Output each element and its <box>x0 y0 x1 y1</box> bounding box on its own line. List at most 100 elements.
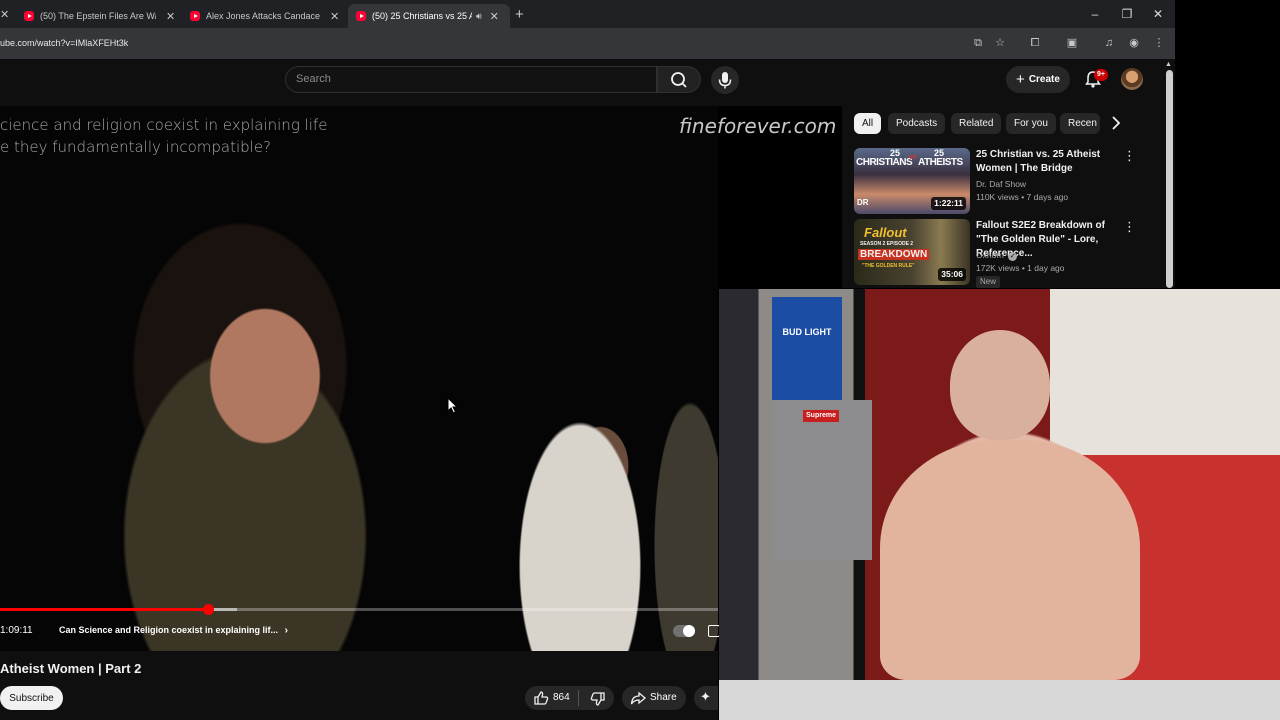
caption-line: e they fundamentally incompatible? <box>0 138 272 156</box>
tab-title: (50) The Epstein Files Are Way Le <box>40 11 156 21</box>
tab-close-icon[interactable]: ✕ <box>0 8 9 21</box>
more-actions-icon[interactable]: ⋮ <box>1123 149 1136 163</box>
profile-icon[interactable]: ◉ <box>1126 35 1142 51</box>
chip-for-you[interactable]: For you <box>1006 113 1056 134</box>
browser-tab[interactable]: (50) The Epstein Files Are Way Le ✕ <box>18 4 184 28</box>
like-divider <box>578 690 579 706</box>
thumb-text: BREAKDOWN <box>858 249 930 260</box>
related-video-thumbnail[interactable]: Fallout SEASON 2 EPISODE 2 BREAKDOWN "TH… <box>854 219 970 285</box>
search-box[interactable] <box>285 66 657 93</box>
youtube-favicon-icon <box>190 11 200 21</box>
tab-title: (50) 25 Christians vs 25 Ath <box>372 11 472 21</box>
webcam-person-torso <box>880 440 1140 680</box>
sparkle-icon: ✦ <box>700 689 711 704</box>
related-video-title[interactable]: 25 Christian vs. 25 Atheist Women | The … <box>976 148 1118 176</box>
chip-recent[interactable]: Recen <box>1060 113 1100 134</box>
video-caption-overlay: cience and religion coexist in explainin… <box>0 114 340 158</box>
youtube-favicon-icon <box>24 11 34 21</box>
browser-menu-icon[interactable]: ⋮ <box>1151 35 1167 51</box>
share-button[interactable]: Share <box>622 686 686 710</box>
bookmark-star-icon[interactable]: ☆ <box>992 35 1008 51</box>
video-player[interactable] <box>0 106 718 651</box>
microphone-icon <box>718 72 732 89</box>
new-badge: New <box>976 276 1001 288</box>
thumb-text: CHRISTIANS <box>856 157 913 168</box>
thumb-text: "THE GOLDEN RULE" <box>862 263 915 269</box>
related-video-channel[interactable]: Oxhorn ✓ <box>976 248 1018 262</box>
progress-played <box>0 608 208 611</box>
search-icon <box>671 72 687 88</box>
share-icon <box>630 691 646 705</box>
verified-icon: ✓ <box>1008 252 1018 261</box>
duration-badge: 1:22:11 <box>931 197 966 210</box>
install-app-icon[interactable]: ⧉ <box>970 35 986 51</box>
subscribe-button[interactable]: Subscribe <box>0 686 63 710</box>
notification-badge: 9+ <box>1094 69 1108 81</box>
tab-close-icon[interactable]: ✕ <box>166 10 175 23</box>
tab-close-icon[interactable]: ✕ <box>330 10 339 23</box>
thumb-text: 25 <box>890 148 901 158</box>
speaker-icon[interactable]: 🔊︎ <box>476 11 482 22</box>
video-watermark: fineforever.com <box>679 114 837 138</box>
webcam-box: BUD LIGHT <box>772 297 842 402</box>
caption-line: cience and religion coexist in explainin… <box>0 116 328 134</box>
related-video-channel[interactable]: Dr. Daf Show <box>976 177 1026 191</box>
thumb-text: SEASON 2 EPISODE 2 <box>860 241 914 247</box>
like-count: 864 <box>553 692 570 703</box>
youtube-favicon-icon <box>356 11 366 21</box>
tab-close-icon[interactable]: ✕ <box>490 10 499 23</box>
scroll-up-arrow-icon[interactable]: ▲ <box>1165 61 1172 68</box>
browser-tab[interactable]: Alex Jones Attacks Candace Ow ✕ <box>184 4 344 28</box>
duration-badge: 35:06 <box>938 268 966 281</box>
progress-scrubber[interactable] <box>203 604 214 615</box>
url-field[interactable]: ube.com/watch?v=IMlaXFEHt3k <box>0 38 128 48</box>
chevron-right-icon: › <box>284 625 288 636</box>
minimize-icon[interactable]: – <box>1087 5 1103 23</box>
new-tab-button[interactable]: + <box>515 6 524 23</box>
mouse-cursor-icon <box>447 397 459 414</box>
webcam-mini-fridge <box>772 400 872 560</box>
search-button[interactable] <box>657 66 701 93</box>
like-icon[interactable] <box>533 690 549 706</box>
thumb-text: ATHEISTS <box>918 157 963 168</box>
search-input[interactable]: Search <box>296 73 331 85</box>
share-label: Share <box>650 692 677 703</box>
create-label: Create <box>1028 74 1060 85</box>
account-avatar[interactable] <box>1121 68 1143 90</box>
thumb-text: vs <box>909 154 917 161</box>
time-display: 1:09:11 <box>0 625 33 636</box>
webcam-desk <box>719 680 1280 720</box>
channel-name: Oxhorn <box>976 250 1004 260</box>
create-button[interactable]: + Create <box>1006 66 1070 93</box>
sticker-label: Supreme <box>803 410 839 422</box>
webcam-person-head <box>950 330 1050 440</box>
related-video-meta: 110K views • 7 days ago <box>976 192 1069 202</box>
autoplay-toggle[interactable] <box>673 625 695 637</box>
chapter-title[interactable]: Can Science and Religion coexist in expl… <box>59 625 288 636</box>
side-panel-icon[interactable]: ▣ <box>1064 35 1080 51</box>
voice-search-button[interactable] <box>711 66 739 94</box>
more-actions-icon[interactable]: ⋮ <box>1123 220 1136 234</box>
box-label: BUD LIGHT <box>782 327 832 337</box>
media-controls-icon[interactable]: ♫ <box>1101 35 1117 51</box>
window-close-icon[interactable]: ✕ <box>1150 5 1166 23</box>
channel-logo-icon: DR <box>857 198 869 207</box>
scrollbar-thumb[interactable] <box>1166 70 1173 288</box>
chapter-label: Can Science and Religion coexist in expl… <box>59 625 279 635</box>
chip-podcasts[interactable]: Podcasts <box>888 113 946 134</box>
tab-title: Alex Jones Attacks Candace Ow <box>206 11 320 21</box>
related-video-meta: 172K views • 1 day ago <box>976 263 1065 273</box>
dislike-icon[interactable] <box>590 691 606 707</box>
video-title: Atheist Women | Part 2 <box>0 661 142 676</box>
ask-button[interactable]: ✦ <box>694 686 718 710</box>
chip-all[interactable]: All <box>854 113 882 134</box>
chip-related[interactable]: Related <box>951 113 1002 134</box>
thumb-text: Fallout <box>864 225 907 240</box>
restore-icon[interactable]: ❐ <box>1119 5 1135 23</box>
thumb-text: 25 <box>934 148 945 158</box>
chevron-right-icon[interactable] <box>1108 115 1124 131</box>
extensions-icon[interactable]: ⧠ <box>1027 35 1043 51</box>
related-video-thumbnail[interactable]: CHRISTIANS ATHEISTS 25 25 vs DR 1:22:11 <box>854 148 970 214</box>
plus-icon: + <box>1016 71 1025 88</box>
browser-tab-active[interactable]: (50) 25 Christians vs 25 Ath 🔊︎ ✕ <box>348 4 510 28</box>
